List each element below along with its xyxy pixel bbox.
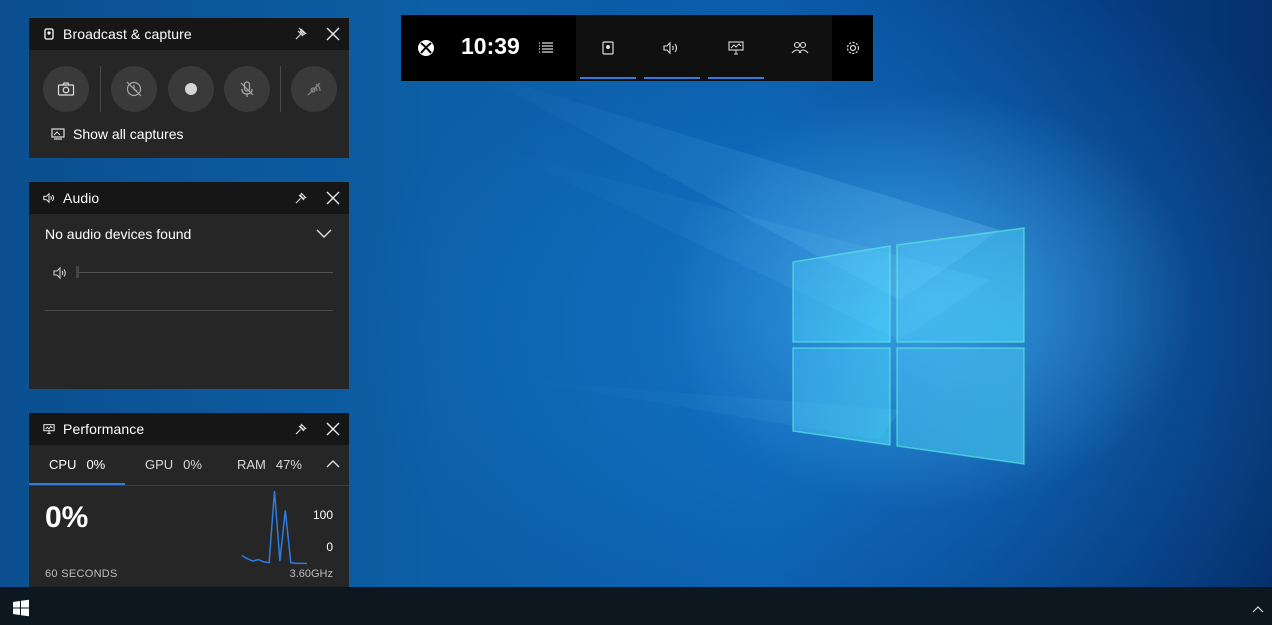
performance-panel-header[interactable]: Performance: [29, 413, 349, 445]
show-hidden-icons-chevron-icon[interactable]: [1252, 601, 1264, 613]
audio-device-select[interactable]: No audio devices found: [45, 226, 191, 242]
tab-social[interactable]: [768, 15, 832, 81]
camera-icon: [57, 82, 75, 96]
windows-start-icon[interactable]: [12, 599, 30, 617]
active-indicator: [580, 77, 636, 79]
record-dot-icon: [185, 83, 197, 95]
close-icon[interactable]: [325, 190, 341, 206]
active-tab-indicator: [29, 483, 125, 485]
people-icon: [791, 41, 809, 54]
broadcast-off-icon: [307, 82, 321, 96]
record-history-icon: [126, 81, 142, 97]
cpu-usage-graph: [241, 490, 307, 565]
graph-min-label: 0: [326, 540, 333, 554]
chevron-down-icon[interactable]: [315, 226, 333, 240]
graph-window-label: 60 SECONDS: [45, 568, 118, 580]
divider: [45, 310, 333, 311]
graph-max-label: 100: [312, 508, 333, 522]
game-bar: 10:39: [401, 15, 873, 81]
performance-tabs: CPU 0% GPU 0% RAM 47%: [29, 445, 349, 486]
active-indicator: [644, 77, 700, 79]
active-indicator: [708, 77, 764, 79]
pin-icon[interactable]: [293, 190, 309, 206]
broadcast-panel-title: Broadcast & capture: [63, 26, 192, 42]
tab-ram-label: RAM: [237, 457, 266, 472]
screenshot-button[interactable]: [43, 66, 89, 112]
cpu-usage-value: 0%: [45, 501, 89, 534]
tab-gpu-value: 0%: [183, 457, 202, 472]
tab-gpu[interactable]: GPU 0%: [145, 457, 202, 472]
tab-cpu[interactable]: CPU 0%: [49, 457, 105, 472]
tab-audio[interactable]: [640, 15, 704, 81]
windows-desktop-logo: [792, 227, 1025, 465]
audio-panel-header[interactable]: Audio: [29, 182, 349, 214]
chevron-up-icon[interactable]: [325, 457, 341, 471]
game-bar-clock: 10:39: [461, 33, 520, 59]
volume-slider[interactable]: [77, 272, 333, 273]
monitor-icon: [43, 423, 55, 435]
capture-widget-icon: [602, 41, 614, 55]
tab-ram[interactable]: RAM 47%: [237, 457, 302, 472]
volume-slider-thumb[interactable]: [76, 266, 79, 278]
close-icon[interactable]: [325, 421, 341, 437]
performance-panel: Performance CPU 0% GPU 0% RAM 47% 0% 100 0 …: [29, 413, 349, 596]
broadcast-panel-header[interactable]: Broadcast & capture: [29, 18, 349, 50]
audio-widget-icon: [663, 41, 678, 55]
tab-gpu-label: GPU: [145, 457, 174, 472]
start-recording-button[interactable]: [168, 66, 214, 112]
microphone-off-icon: [240, 81, 254, 97]
show-all-captures-label: Show all captures: [73, 126, 184, 142]
taskbar: [0, 587, 1272, 625]
game-bar-home: 10:39: [401, 15, 576, 81]
tab-ram-value: 47%: [275, 457, 302, 472]
close-icon[interactable]: [325, 26, 341, 42]
widget-menu-icon[interactable]: [538, 41, 554, 60]
pin-icon[interactable]: [293, 26, 309, 42]
tab-cpu-value: 0%: [86, 457, 106, 472]
record-last-30s-button[interactable]: [111, 66, 157, 112]
divider: [280, 66, 281, 112]
broadcast-icon: [43, 28, 55, 40]
audio-panel: Audio No audio devices found: [29, 182, 349, 389]
settings-button[interactable]: [832, 15, 873, 81]
gallery-icon: [51, 128, 65, 140]
start-broadcast-button[interactable]: [291, 66, 337, 112]
tab-cpu-label: CPU: [49, 457, 77, 472]
audio-panel-title: Audio: [63, 190, 100, 206]
gear-icon: [846, 41, 859, 55]
cpu-frequency: 3.60GHz: [289, 568, 333, 580]
microphone-toggle-button[interactable]: [224, 66, 270, 112]
speaker-icon: [43, 192, 55, 204]
volume-icon[interactable]: [53, 266, 69, 280]
xbox-icon[interactable]: [417, 39, 435, 62]
divider: [100, 66, 101, 112]
performance-widget-icon: [728, 41, 744, 55]
pin-icon[interactable]: [293, 421, 309, 437]
broadcast-capture-panel: Broadcast & capture Show all captures: [29, 18, 349, 158]
tab-capture[interactable]: [576, 15, 640, 81]
performance-panel-title: Performance: [63, 421, 145, 437]
show-all-captures-link[interactable]: Show all captures: [51, 126, 184, 142]
tab-performance[interactable]: [704, 15, 768, 81]
cpu-usage-line: [241, 490, 307, 565]
